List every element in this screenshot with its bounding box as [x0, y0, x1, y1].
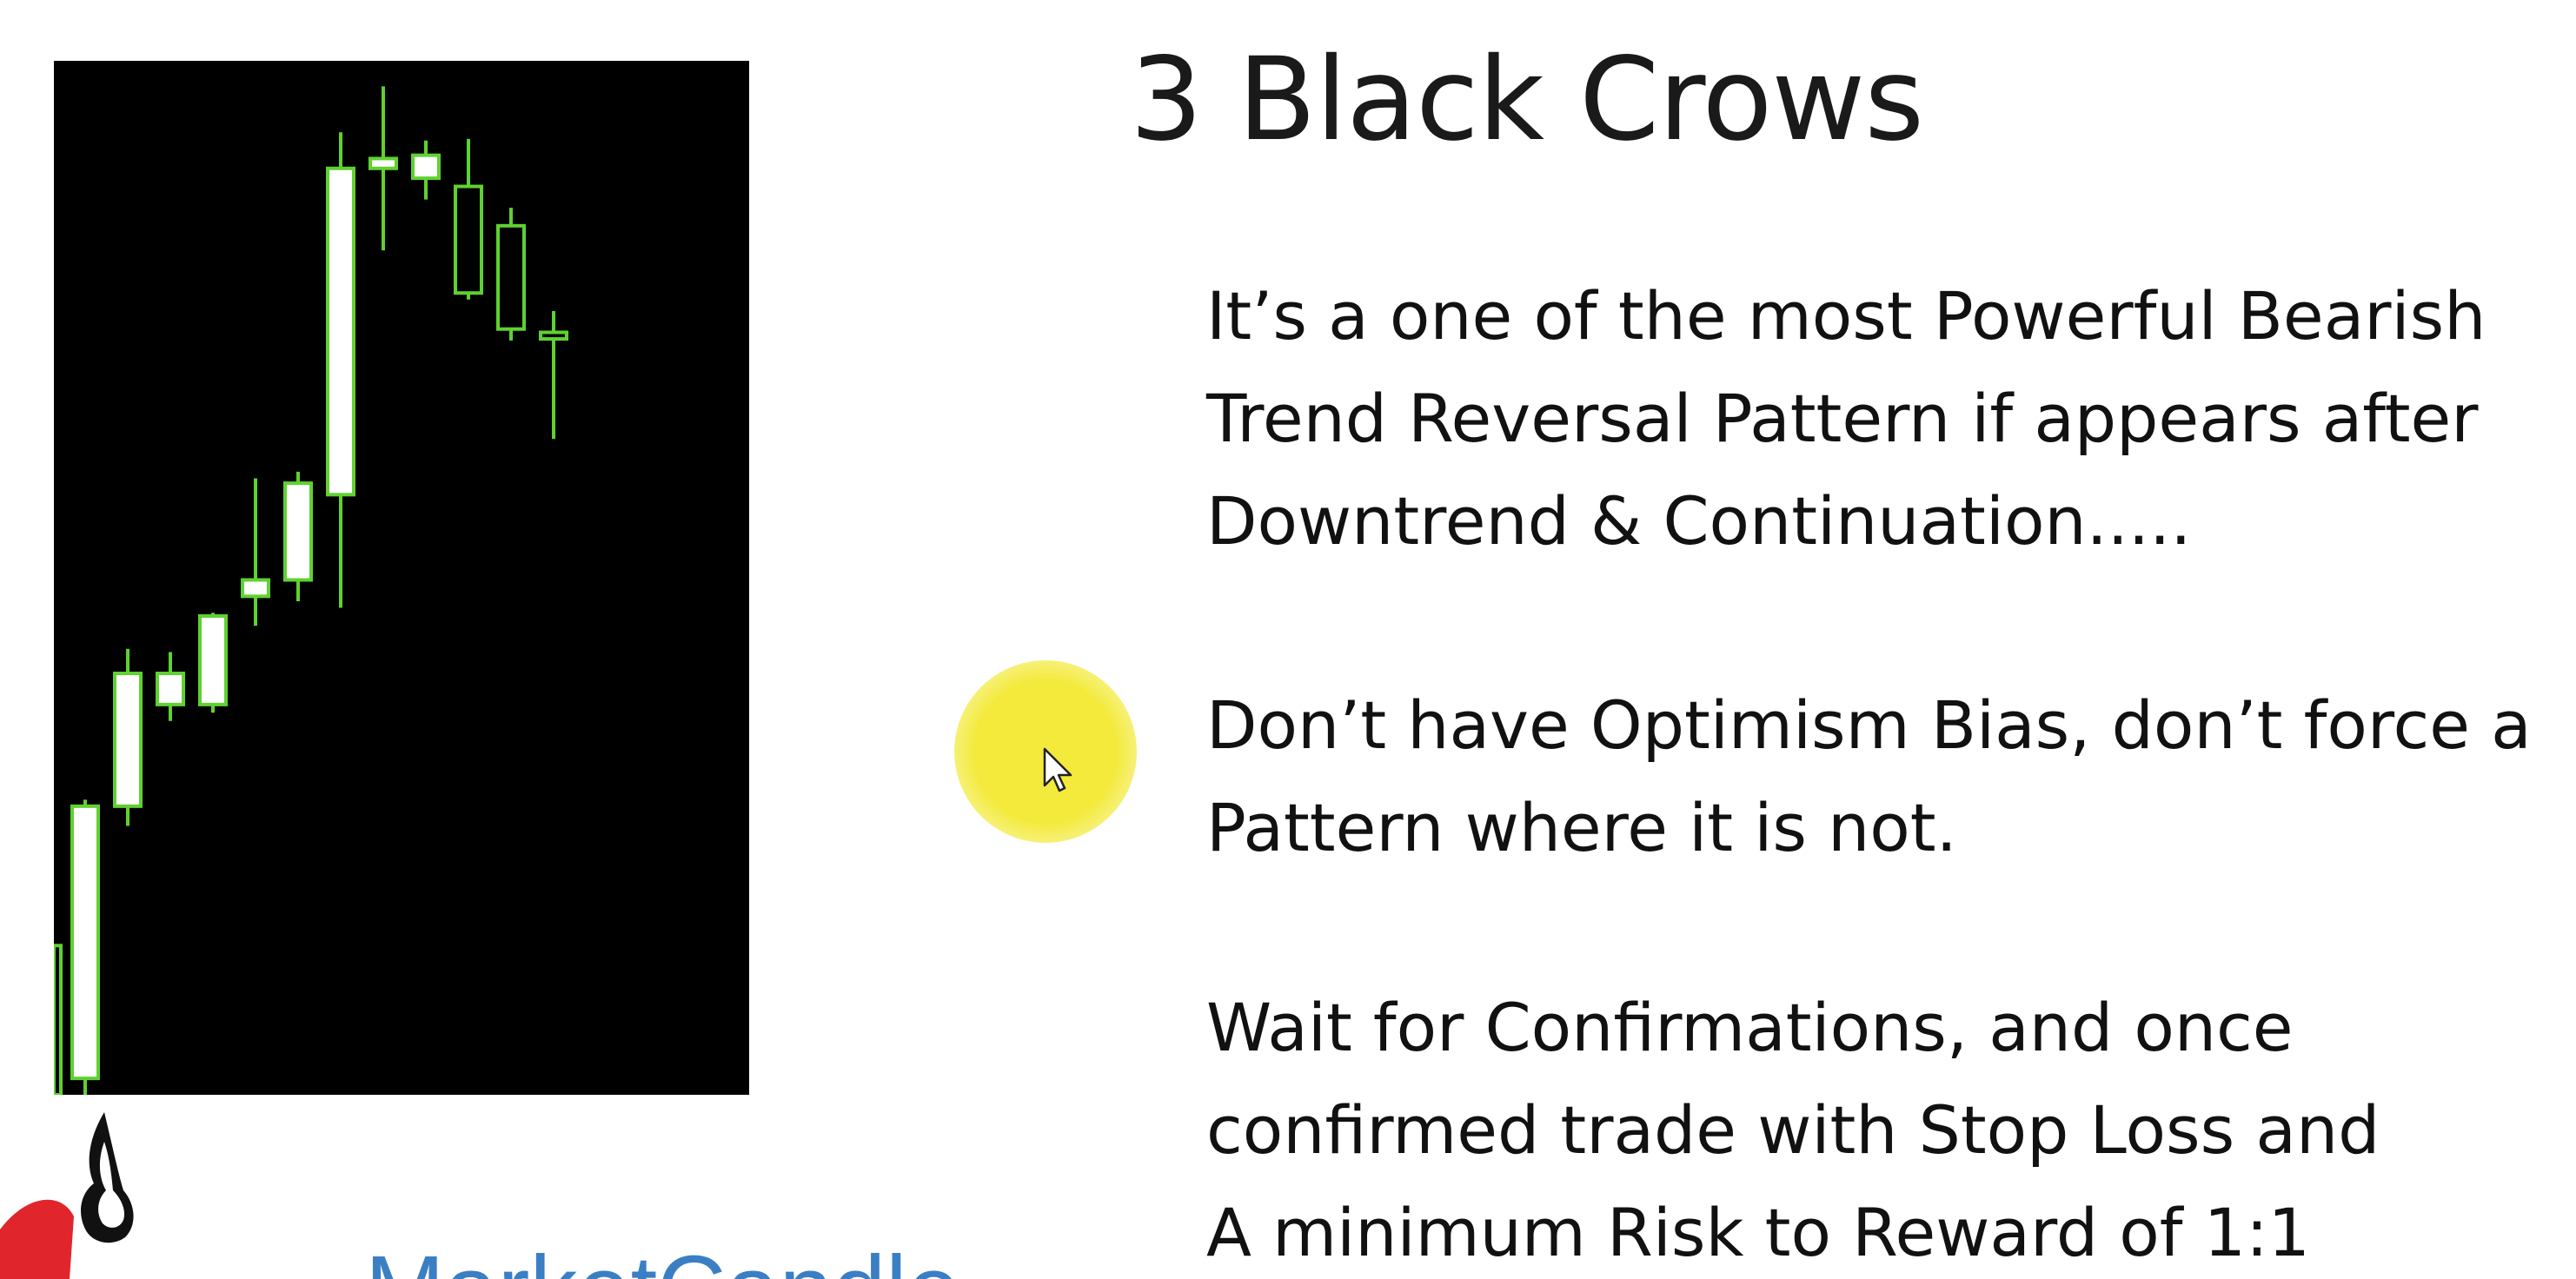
paragraph-line: Trend Reversal Pattern if appears after	[1206, 380, 2479, 457]
paragraph-line: confirmed trade with Stop Loss and	[1206, 1091, 2380, 1169]
candle	[70, 799, 100, 1095]
candle-body	[368, 156, 398, 170]
candle-body	[283, 481, 313, 582]
candle	[368, 86, 398, 251]
candlestick-chart	[54, 61, 749, 1095]
candle-body	[198, 613, 228, 706]
candle	[411, 140, 441, 200]
paragraph-confirmation: Wait for Confirmations, and once confirm…	[1206, 977, 2380, 1279]
candle-body	[539, 330, 568, 341]
paragraph-line: It’s a one of the most Powerful Bearish	[1206, 277, 2486, 355]
candle	[241, 478, 270, 626]
candle-body	[241, 578, 270, 599]
candle	[113, 648, 143, 826]
candle-body	[54, 944, 63, 1095]
candle-body	[156, 672, 185, 706]
flame-logo-icon	[0, 1112, 134, 1279]
candle-body	[411, 153, 441, 181]
candle-body	[496, 223, 526, 331]
paragraph-line: Downtrend & Continuation.....	[1206, 482, 2192, 560]
candle-body	[326, 166, 355, 497]
slide: 3 Black Crows It’s a one of the most Pow…	[0, 0, 2576, 1279]
paragraph-line: A minimum Risk to Reward of 1:1	[1206, 1194, 2311, 1271]
paragraph-pattern-description: It’s a one of the most Powerful Bearish …	[1206, 265, 2486, 573]
candle-body	[70, 804, 100, 1081]
candle-body	[113, 672, 143, 808]
brand-name-text: MarketCandle	[365, 1243, 960, 1279]
candle	[326, 132, 355, 608]
candlestick-chart-svg	[54, 86, 568, 1095]
candle	[198, 613, 228, 713]
candle	[496, 208, 526, 341]
paragraph-line: Pattern where it is not.	[1206, 789, 1957, 866]
candle	[454, 138, 483, 300]
candle-body	[454, 184, 483, 295]
candle-partial	[54, 944, 63, 1095]
paragraph-optimism-bias: Don’t have Optimism Bias, don’t force a …	[1206, 674, 2532, 879]
mouse-pointer-icon	[1043, 747, 1072, 792]
candle	[283, 471, 313, 601]
candle	[156, 652, 185, 721]
paragraph-line: Wait for Confirmations, and once	[1206, 989, 2294, 1066]
candle	[539, 310, 568, 440]
paragraph-line: Don’t have Optimism Bias, don’t force a	[1206, 686, 2532, 764]
slide-title: 3 Black Crows	[1130, 33, 1924, 167]
